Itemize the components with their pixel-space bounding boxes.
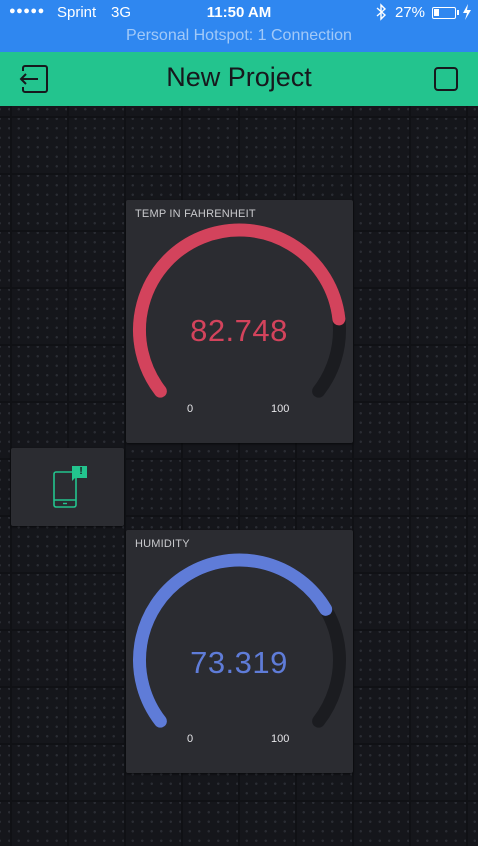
gauge-max: 100 bbox=[271, 733, 290, 745]
bluetooth-icon bbox=[376, 3, 387, 21]
hotspot-banner[interactable]: Personal Hotspot: 1 Connection bbox=[0, 27, 478, 45]
battery-nub bbox=[457, 10, 459, 15]
stop-icon[interactable] bbox=[434, 67, 458, 91]
battery-icon bbox=[432, 7, 456, 19]
notification-widget[interactable]: ! bbox=[11, 448, 124, 526]
gauge-arc bbox=[133, 223, 346, 398]
battery-level bbox=[434, 9, 440, 16]
battery-percent: 27% bbox=[395, 4, 426, 21]
app-header: New Project bbox=[0, 52, 478, 106]
gauge-widget-humidity[interactable]: HUMIDITY 73.319 0 100 bbox=[126, 530, 353, 773]
gauge-min: 0 bbox=[187, 733, 194, 745]
gauge-value: 73.319 bbox=[190, 645, 288, 680]
gauge-min: 0 bbox=[187, 403, 194, 415]
status-bar: ●●●●● Sprint 3G 11:50 AM 27% Personal Ho… bbox=[0, 0, 478, 52]
gauge-widget-temperature[interactable]: TEMP IN FAHRENHEIT 82.748 0 100 bbox=[126, 200, 353, 443]
charging-icon bbox=[463, 4, 471, 20]
gauge-arc bbox=[133, 553, 333, 728]
gauge-value: 82.748 bbox=[190, 313, 288, 348]
page-title: New Project bbox=[166, 62, 312, 92]
notification-badge: ! bbox=[79, 466, 83, 477]
gauge-max: 100 bbox=[271, 403, 290, 415]
